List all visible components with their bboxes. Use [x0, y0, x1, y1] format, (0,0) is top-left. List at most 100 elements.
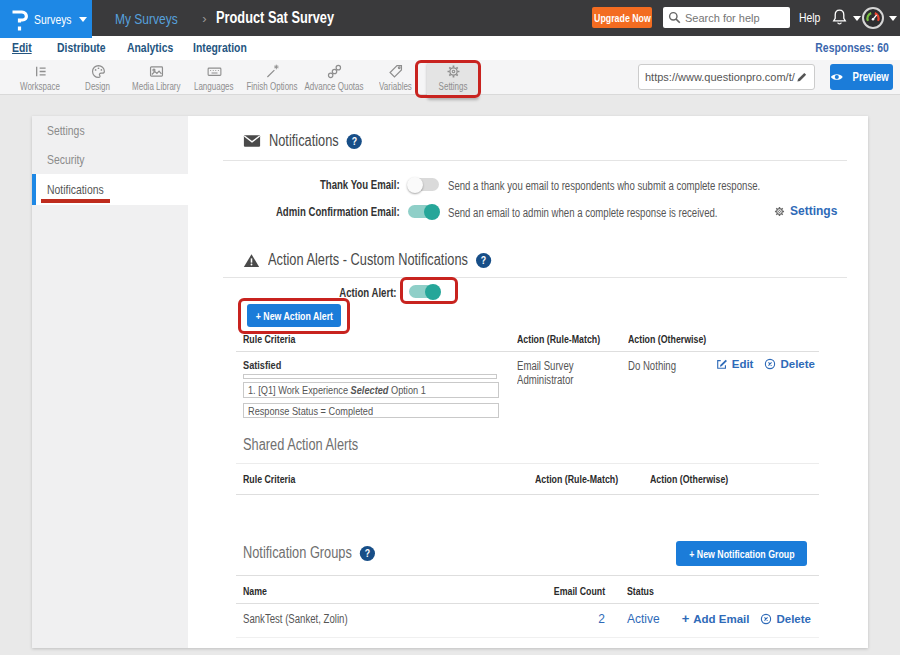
- t3-header-status: Status: [627, 585, 661, 597]
- avatar[interactable]: [862, 7, 884, 29]
- group-actions: + Add Email Delete: [682, 611, 811, 626]
- edit-url-pencil-icon[interactable]: [796, 71, 808, 83]
- envelope-icon: [243, 134, 261, 148]
- nav-row: Edit Distribute Analytics Integration Re…: [0, 36, 900, 60]
- breadcrumb-current: Product Sat Survey: [216, 9, 334, 27]
- edit-link[interactable]: Edit: [716, 358, 754, 370]
- warning-icon: [243, 253, 260, 268]
- delete-icon: [764, 358, 776, 370]
- annotation-notifications-underline: [41, 199, 110, 203]
- group-delete-link[interactable]: Delete: [760, 613, 811, 625]
- tab-integration[interactable]: Integration: [193, 36, 260, 60]
- t1-header-rule-criteria: Rule Criteria: [243, 333, 308, 345]
- tab-edit[interactable]: Edit: [12, 36, 37, 60]
- sidebar-item-settings[interactable]: Settings: [32, 116, 188, 145]
- gear-small-icon: [773, 205, 786, 218]
- help-question-icon[interactable]: ?: [347, 134, 362, 149]
- action-alert-toggle[interactable]: [409, 285, 440, 298]
- settings-panel: Settings Security Notifications Notifica…: [32, 116, 868, 648]
- admin-confirmation-label: Admin Confirmation Email:: [223, 205, 400, 219]
- palette-icon: [90, 63, 107, 80]
- image-icon: [148, 63, 165, 80]
- eye-icon: [830, 72, 844, 82]
- new-notification-group-button[interactable]: + New Notification Group: [676, 541, 807, 566]
- criteria-box-1: 1. [Q1] Work Experience Selected Option …: [243, 382, 499, 398]
- criteria-box-2: Response Status = Completed: [243, 403, 499, 418]
- group-name-cell: SankTest (Sanket, Zolin): [243, 612, 374, 626]
- add-email-link[interactable]: + Add Email: [682, 611, 750, 626]
- settings-sidebar: Settings Security Notifications: [32, 116, 188, 648]
- tab-distribute[interactable]: Distribute: [57, 36, 118, 60]
- divider: [236, 494, 819, 495]
- divider: [223, 277, 847, 278]
- criteria-empty-box: [243, 374, 497, 379]
- sidebar-item-security[interactable]: Security: [32, 145, 188, 174]
- delete-icon: [760, 613, 772, 625]
- product-caret-icon[interactable]: [79, 17, 87, 22]
- breadcrumb: My Surveys › Product Sat Survey: [115, 0, 363, 36]
- divider: [223, 160, 847, 161]
- action-alerts-heading: Action Alerts - Custom Notifications?: [243, 251, 547, 269]
- top-bar: My Surveys › Product Sat Survey Upgrade …: [0, 0, 900, 36]
- keyboard-icon: [206, 63, 223, 80]
- toolbar-settings[interactable]: Settings: [415, 60, 491, 95]
- workspace-icon: [32, 63, 49, 80]
- help-search[interactable]: [663, 7, 790, 28]
- tab-analytics[interactable]: Analytics: [127, 36, 185, 60]
- rule-status: Satisfied: [243, 359, 291, 371]
- admin-confirmation-description: Send an email to admin when a complete r…: [448, 206, 785, 220]
- preview-button[interactable]: Preview: [830, 64, 893, 90]
- responses-count[interactable]: Responses: 60: [797, 36, 889, 60]
- divider: [236, 603, 819, 604]
- delete-link[interactable]: Delete: [764, 358, 815, 370]
- rule-match-cell: Email Survey Administrator: [517, 359, 632, 387]
- breadcrumb-parent[interactable]: My Surveys: [115, 10, 178, 27]
- upgrade-now-button[interactable]: Upgrade Now: [592, 7, 652, 28]
- t3-header-name: Name: [243, 585, 273, 597]
- notification-groups-heading: Notification Groups?: [243, 544, 408, 562]
- divider: [236, 351, 819, 352]
- gear-icon: [445, 63, 462, 80]
- notifications-heading: Notifications?: [243, 132, 385, 150]
- avatar-caret-icon[interactable]: [889, 16, 897, 21]
- admin-confirmation-toggle[interactable]: [408, 205, 439, 218]
- thank-you-email-toggle[interactable]: [408, 178, 439, 191]
- t3-header-email-count: Email Count: [528, 585, 605, 597]
- help-question-icon[interactable]: ?: [360, 546, 375, 561]
- product-menu-label[interactable]: Surveys: [34, 12, 72, 27]
- thank-you-email-label: Thank You Email:: [223, 178, 400, 192]
- t1-header-otherwise: Action (Otherwise): [628, 333, 726, 345]
- bell-caret-icon[interactable]: [853, 16, 861, 21]
- notifications-content: Notifications? Thank You Email: Send a t…: [188, 116, 868, 648]
- t2-header-rule-criteria: Rule Criteria: [243, 473, 308, 485]
- questionpro-logo-icon: [9, 7, 29, 31]
- divider: [236, 463, 819, 464]
- gauge-icon: [864, 9, 882, 27]
- notifications-bell-icon[interactable]: [830, 8, 849, 27]
- tag-icon: [387, 63, 404, 80]
- group-email-count[interactable]: 2: [528, 612, 605, 626]
- admin-settings-link[interactable]: Settings: [773, 204, 837, 218]
- rule-actions: Edit Delete: [716, 358, 815, 370]
- breadcrumb-separator: ›: [202, 11, 206, 26]
- search-input[interactable]: [685, 12, 785, 24]
- action-alert-label: Action Alert:: [223, 286, 397, 300]
- group-status[interactable]: Active: [627, 612, 660, 626]
- help-question-icon[interactable]: ?: [476, 253, 491, 268]
- help-link[interactable]: Help: [799, 0, 820, 36]
- search-icon: [668, 11, 681, 24]
- wand-icon: [264, 63, 281, 80]
- survey-url-box[interactable]: [638, 64, 815, 90]
- divider: [236, 637, 819, 638]
- shared-action-alerts-heading: Shared Action Alerts: [243, 436, 358, 454]
- new-action-alert-button[interactable]: + New Action Alert: [247, 304, 341, 327]
- divider: [236, 575, 819, 576]
- otherwise-cell: Do Nothing: [628, 359, 688, 373]
- chain-icon: [326, 63, 343, 80]
- edit-icon: [716, 358, 728, 370]
- thank-you-email-description: Send a thank you email to respondents wh…: [448, 179, 838, 193]
- app-logo-area[interactable]: Surveys: [0, 0, 92, 38]
- t1-header-rule-match: Action (Rule-Match): [517, 333, 621, 345]
- survey-url-input[interactable]: [645, 71, 796, 83]
- t2-header-rule-match: Action (Rule-Match): [535, 473, 639, 485]
